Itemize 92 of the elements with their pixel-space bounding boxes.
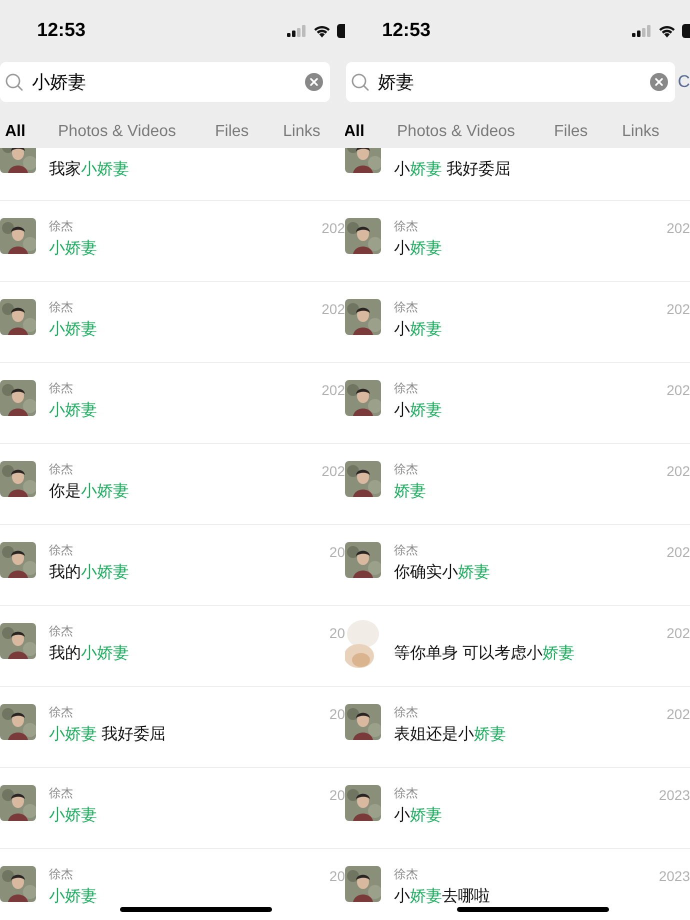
message-text: 我的小娇妻 <box>49 644 129 664</box>
search-field[interactable]: 娇妻 <box>346 62 675 102</box>
message-text: 小娇妻 <box>394 400 442 421</box>
message-date: 202 <box>666 624 690 643</box>
message-text: 我家小娇妻 <box>49 160 129 180</box>
avatar <box>345 299 381 335</box>
tab[interactable]: Links <box>622 120 660 144</box>
message-text: 小娇妻去哪啦 <box>394 886 490 907</box>
sender-name: 徐杰 <box>49 300 74 315</box>
avatar <box>0 461 36 497</box>
avatar <box>0 218 36 254</box>
clear-icon[interactable] <box>650 73 668 91</box>
message-text: 小娇妻 我好委屈 <box>49 724 166 745</box>
message-date: 2023 <box>658 786 690 805</box>
sender-name: 徐杰 <box>394 219 419 234</box>
sender-name: 徐杰 <box>49 381 74 396</box>
tab[interactable]: Files <box>554 120 588 144</box>
avatar <box>0 785 36 821</box>
message-text: 表姐还是小娇妻 <box>394 724 506 745</box>
message-text: 小娇妻 <box>394 320 442 340</box>
message-date: 202 <box>666 219 690 238</box>
message-date: 202 <box>322 462 345 481</box>
avatar <box>0 623 36 659</box>
search-icon <box>4 72 24 92</box>
avatar <box>0 542 36 578</box>
sender-name: 徐杰 <box>394 462 419 477</box>
tab[interactable]: Photos & Videos <box>58 120 176 144</box>
avatar <box>345 461 381 497</box>
avatar <box>345 704 381 740</box>
tab[interactable]: All <box>5 120 26 144</box>
signal-icon <box>632 25 652 37</box>
avatar <box>0 380 36 416</box>
message-text: 等你单身 可以考虑小娇妻 <box>394 644 574 664</box>
message-text: 你确实小娇妻 <box>394 562 490 583</box>
message-date: 20 <box>329 543 345 562</box>
message-date: 202 <box>322 219 345 238</box>
wifi-icon <box>658 24 676 38</box>
avatar <box>0 866 36 902</box>
sender-name: 徐杰 <box>394 543 419 558</box>
message-text: 小娇妻 我好委屈 <box>394 160 510 180</box>
sender-name: 徐杰 <box>49 867 74 882</box>
message-text: 小娇妻 <box>49 400 97 421</box>
message-date: 20 <box>329 624 345 643</box>
sender-name: 徐杰 <box>394 705 419 720</box>
message-date: 202 <box>666 705 690 724</box>
message-text: 小娇妻 <box>49 886 97 907</box>
search-icon <box>350 72 370 92</box>
message-date: 202 <box>666 300 690 319</box>
status-time: 12:53 <box>37 18 86 43</box>
sender-name: 徐杰 <box>49 786 74 801</box>
message-text: 小娇妻 <box>49 320 97 340</box>
avatar <box>345 380 381 416</box>
signal-icon <box>287 25 307 37</box>
message-text: 小娇妻 <box>49 806 97 826</box>
message-date: 202 <box>666 543 690 562</box>
message-text: 小娇妻 <box>394 806 442 826</box>
message-text: 娇妻 <box>394 482 426 502</box>
message-text: 小娇妻 <box>49 238 97 259</box>
search-field[interactable]: 小娇妻 <box>0 62 330 102</box>
sender-name: 徐杰 <box>49 543 74 558</box>
message-text: 你是小娇妻 <box>49 482 129 502</box>
avatar <box>345 218 381 254</box>
avatar <box>0 299 36 335</box>
message-text: 小娇妻 <box>394 238 442 259</box>
sender-name: 徐杰 <box>49 624 74 639</box>
message-date: 20 <box>329 867 345 886</box>
cancel-link[interactable]: C <box>678 69 690 95</box>
message-date: 202 <box>322 381 345 400</box>
sender-name: 徐杰 <box>394 381 419 396</box>
message-date: 20 <box>329 705 345 724</box>
status-time: 12:53 <box>382 18 431 43</box>
message-date: 202 <box>666 462 690 481</box>
sender-name: 徐杰 <box>394 867 419 882</box>
sender-name: 徐杰 <box>394 300 419 315</box>
message-date: 2023 <box>658 867 690 886</box>
tab[interactable]: Files <box>215 120 249 144</box>
message-date: 202 <box>666 381 690 400</box>
sender-name: 徐杰 <box>49 705 74 720</box>
tab[interactable]: Links <box>283 120 320 144</box>
avatar <box>345 866 381 902</box>
message-date: 20 <box>329 786 345 805</box>
tab[interactable]: Photos & Videos <box>397 120 516 144</box>
sender-name: 徐杰 <box>394 786 419 801</box>
clear-icon[interactable] <box>305 73 323 91</box>
message-text: 我的小娇妻 <box>49 562 129 583</box>
sender-name: 徐杰 <box>49 462 74 477</box>
sender-name: 徐杰 <box>49 219 74 234</box>
avatar <box>345 542 381 578</box>
wifi-icon <box>313 24 331 38</box>
avatar <box>345 785 381 821</box>
avatar <box>0 704 36 740</box>
message-date: 202 <box>322 300 345 319</box>
